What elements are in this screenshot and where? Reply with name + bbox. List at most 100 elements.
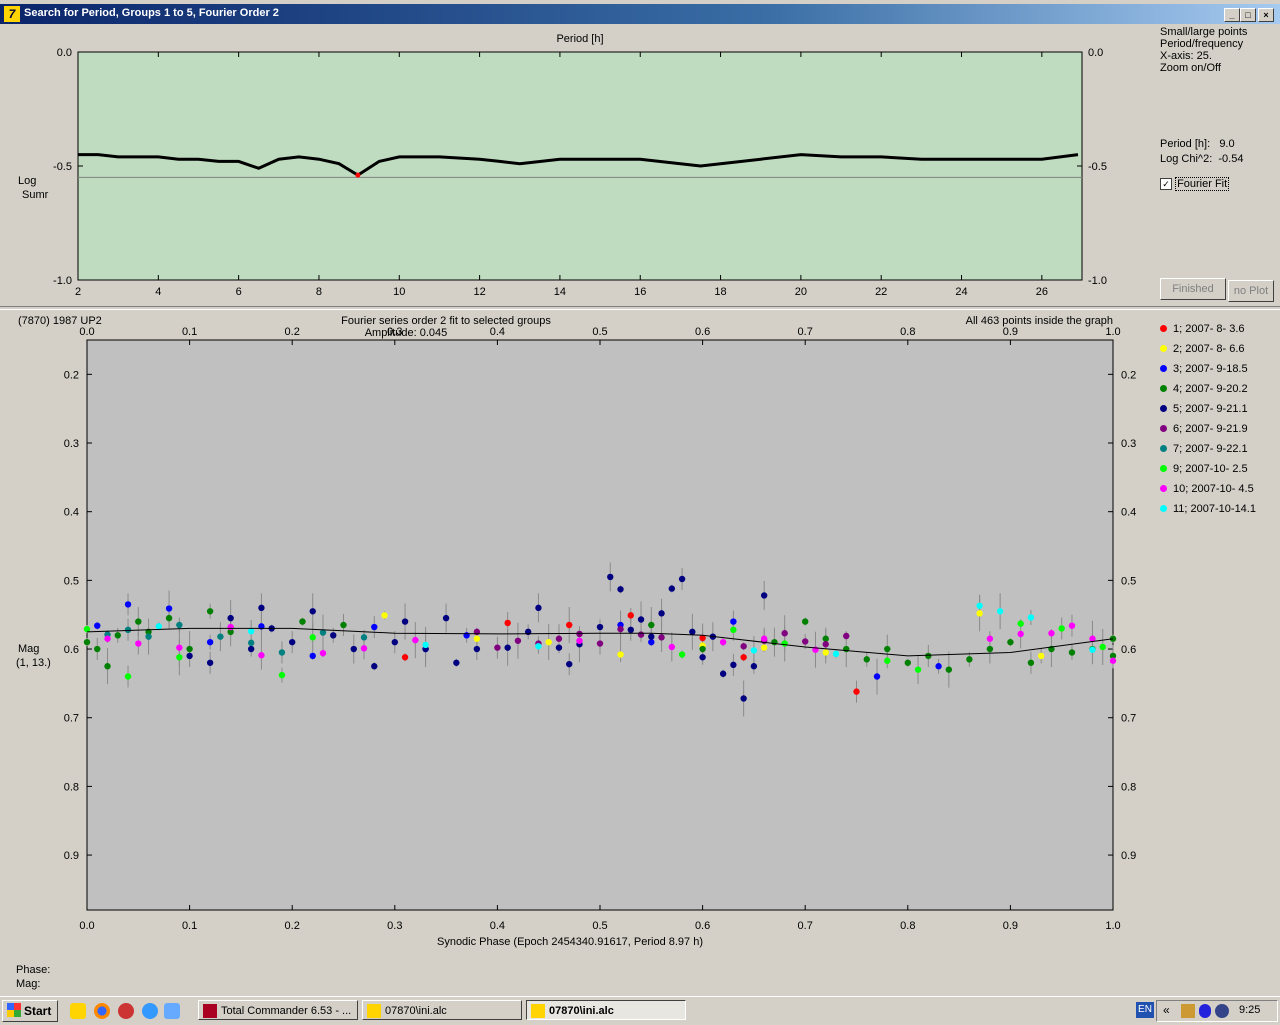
menu-period-frequency[interactable]: Period/frequency — [1160, 38, 1247, 50]
chi-readout: Log Chi^2: -0.54 — [1160, 153, 1243, 165]
data-point — [1089, 646, 1096, 653]
x-tick-label: 0.1 — [182, 920, 197, 932]
plot-options-menu: Small/large points Period/frequency X-ax… — [1160, 26, 1247, 74]
legend-item[interactable]: 10; 2007-10- 4.5 — [1158, 483, 1278, 503]
legend-color-dot — [1160, 425, 1167, 432]
legend-item[interactable]: 1; 2007- 8- 3.6 — [1158, 323, 1278, 343]
quicklaunch-app-icon[interactable] — [70, 1003, 86, 1019]
task-ini-alc-2[interactable]: 07870\ini.alc — [526, 1000, 686, 1020]
data-point — [1017, 630, 1024, 638]
internet-explorer-icon[interactable] — [142, 1003, 158, 1019]
y-tick-label: 0.5 — [64, 575, 79, 587]
data-point — [750, 663, 758, 670]
data-point — [935, 663, 942, 670]
x-tick-label: 0.0 — [79, 920, 94, 932]
data-point — [843, 645, 850, 653]
legend-item[interactable]: 2; 2007- 8- 6.6 — [1158, 343, 1278, 363]
app-task-icon — [531, 1004, 545, 1018]
data-point — [781, 630, 788, 637]
window-title-bar[interactable]: 7 Search for Period, Groups 1 to 5, Four… — [0, 4, 1280, 24]
data-point — [668, 643, 676, 651]
x-tick-label-top: 0.6 — [695, 326, 710, 338]
x-tick-label: 12 — [473, 286, 485, 298]
x-tick-label-top: 1.0 — [1105, 326, 1120, 338]
y-tick-label: 0.2 — [64, 369, 79, 381]
no-plot-button[interactable]: no Plot — [1228, 280, 1274, 302]
bluetooth-icon[interactable] — [1199, 1004, 1211, 1018]
data-point — [822, 641, 829, 648]
data-point — [176, 654, 183, 661]
data-point — [740, 643, 747, 650]
data-point — [278, 671, 286, 679]
browser-icon[interactable] — [118, 1003, 134, 1019]
task-ini-alc-1[interactable]: 07870\ini.alc — [362, 1000, 522, 1020]
plot-area — [77, 51, 1083, 281]
x-tick-label: 4 — [155, 286, 161, 298]
data-point — [760, 635, 768, 642]
legend-item[interactable]: 11; 2007-10-14.1 — [1158, 503, 1278, 523]
data-point — [730, 661, 737, 669]
menu-x-axis[interactable]: X-axis: 25. — [1160, 50, 1247, 62]
data-point — [617, 625, 624, 633]
lightcurve-chart[interactable]: (7870) 1987 UP2 Fourier series order 2 fi… — [10, 310, 1153, 962]
data-point — [247, 627, 255, 635]
data-point — [217, 633, 224, 640]
data-point — [730, 618, 737, 625]
maximize-button[interactable]: □ — [1240, 8, 1256, 22]
legend-label: 10; 2007-10- 4.5 — [1173, 483, 1254, 495]
data-point — [802, 638, 809, 645]
menu-small-large-points[interactable]: Small/large points — [1160, 26, 1247, 38]
legend-item[interactable]: 5; 2007- 9-21.1 — [1158, 403, 1278, 423]
legend-color-dot — [1160, 445, 1167, 452]
x-tick-label-top: 0.3 — [387, 326, 402, 338]
period-value: 9.0 — [1219, 138, 1235, 150]
y-tick-label-right: 0.9 — [1121, 850, 1136, 862]
close-button[interactable]: × — [1258, 8, 1274, 22]
tray-expand-icon[interactable]: « — [1163, 1003, 1170, 1017]
data-point — [648, 638, 655, 646]
x-tick-label: 0.8 — [900, 920, 915, 932]
y-tick-label: 0.3 — [64, 438, 79, 450]
data-point — [371, 623, 378, 631]
fourier-fit-checkbox[interactable]: ✓ Fourier Fit — [1160, 177, 1230, 191]
x-tick-label-top: 0.0 — [79, 326, 94, 338]
data-point — [699, 654, 706, 661]
x-tick-label: 14 — [554, 286, 566, 298]
firefox-icon[interactable] — [94, 1003, 110, 1019]
minimize-button[interactable]: _ — [1224, 8, 1240, 22]
group-legend: 1; 2007- 8- 3.6 2; 2007- 8- 6.6 3; 2007- 9… — [1158, 323, 1278, 523]
period-readout: Period [h]: 9.0 — [1160, 138, 1235, 150]
data-point — [135, 618, 142, 625]
period-search-panel: Period [h] Log Sumr 2 4 6 8 10 12 14 16 18 20 22 24 26 0… — [10, 24, 1153, 304]
legend-color-dot — [1160, 365, 1167, 372]
start-button[interactable]: Start — [2, 1000, 58, 1022]
task-total-commander[interactable]: Total Commander 6.53 - ... — [198, 1000, 358, 1020]
data-point — [730, 626, 737, 634]
data-point — [648, 621, 655, 629]
data-point — [627, 626, 634, 634]
legend-label: 3; 2007- 9-18.5 — [1173, 363, 1248, 375]
checkbox-check-icon[interactable]: ✓ — [1160, 178, 1172, 191]
legend-item[interactable]: 3; 2007- 9-18.5 — [1158, 363, 1278, 383]
tray-network-icon[interactable] — [1215, 1004, 1229, 1018]
legend-color-dot — [1160, 325, 1167, 332]
legend-label: 2; 2007- 8- 6.6 — [1173, 343, 1245, 355]
data-point — [124, 626, 132, 634]
legend-item[interactable]: 4; 2007- 9-20.2 — [1158, 383, 1278, 403]
data-point — [422, 641, 429, 649]
language-indicator[interactable]: EN — [1136, 1002, 1154, 1018]
legend-item[interactable]: 7; 2007- 9-22.1 — [1158, 443, 1278, 463]
y-tick-label: 0.6 — [64, 644, 79, 656]
menu-zoom[interactable]: Zoom on/Off — [1160, 62, 1247, 74]
period-search-chart[interactable]: Period [h]LogSumr2 4 6 8 10 12 14 16 18 20 22 24 260… — [10, 24, 1153, 304]
legend-item[interactable]: 9; 2007-10- 2.5 — [1158, 463, 1278, 483]
data-point — [535, 643, 542, 650]
data-point — [853, 688, 860, 695]
legend-item[interactable]: 6; 2007- 9-21.9 — [1158, 423, 1278, 443]
legend-color-dot — [1160, 345, 1167, 352]
data-point — [1058, 625, 1065, 632]
finished-button[interactable]: Finished — [1160, 278, 1226, 300]
tray-app-icon[interactable] — [1181, 1004, 1195, 1018]
show-desktop-icon[interactable] — [164, 1003, 180, 1019]
data-point — [863, 656, 870, 663]
